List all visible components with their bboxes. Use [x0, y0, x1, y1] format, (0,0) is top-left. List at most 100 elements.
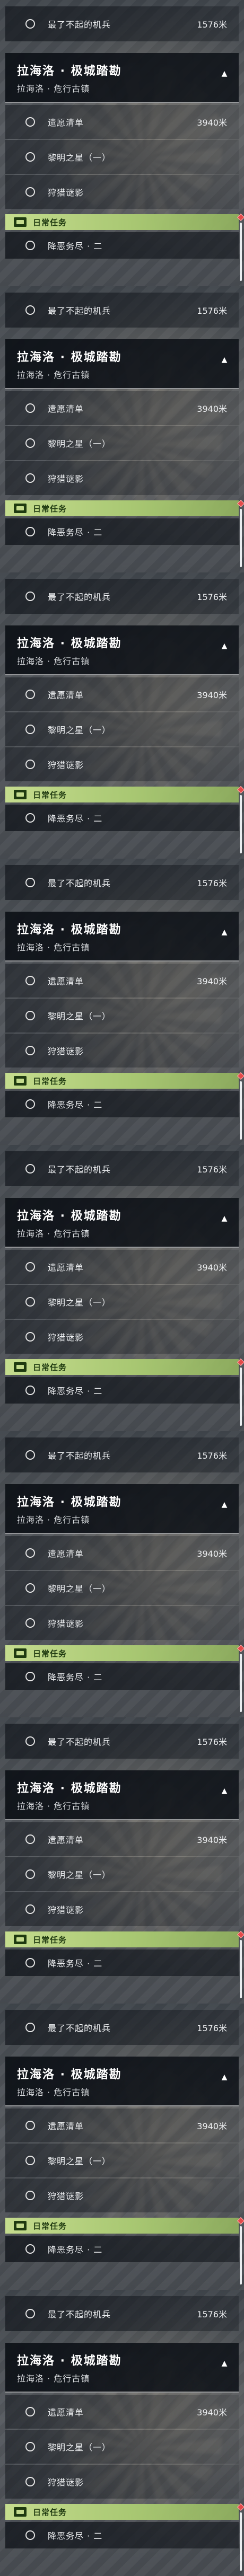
chevron-up-icon[interactable]: ▲	[219, 2358, 230, 2369]
daily-quest-bar[interactable]: 日常任务	[5, 1073, 239, 1089]
main-quest-header[interactable]: 拉海洛 · 极城踏勘 拉海洛 · 危行古镇 ▲	[5, 1770, 239, 1820]
chevron-up-icon[interactable]: ▲	[219, 1785, 230, 1797]
task-row[interactable]: 黎明之星（一）	[5, 712, 239, 746]
daily-quest-bar[interactable]: 日常任务	[5, 2504, 239, 2520]
daily-task-row[interactable]: 降恶务尽 · 二	[5, 1949, 239, 1976]
daily-task-row[interactable]: 降恶务尽 · 二	[5, 1377, 239, 1404]
task-row[interactable]: 遗愿清单 3940米	[5, 964, 239, 998]
task-row[interactable]: 黎明之星（一）	[5, 140, 239, 174]
task-row[interactable]: 狩猎谜影	[5, 1892, 239, 1926]
scrollbar-thumb[interactable]	[240, 2226, 242, 2284]
daily-task-label: 降恶务尽 · 二	[48, 527, 103, 537]
pinned-task-row[interactable]: 最了不起的机兵 1576米	[5, 1151, 239, 1186]
scrollbar-thumb[interactable]	[240, 1940, 242, 1998]
chevron-up-icon[interactable]: ▲	[219, 640, 230, 652]
circle-outline-icon	[25, 1450, 35, 1460]
task-row[interactable]: 狩猎谜影	[5, 2178, 239, 2212]
chevron-up-icon[interactable]: ▲	[219, 927, 230, 938]
scrollbar[interactable]	[240, 1368, 242, 1426]
pinned-task-row[interactable]: 最了不起的机兵 1576米	[5, 865, 239, 900]
chevron-up-icon[interactable]: ▲	[219, 1499, 230, 1511]
main-quest-header[interactable]: 拉海洛 · 极城踏勘 拉海洛 · 危行古镇 ▲	[5, 2057, 239, 2106]
task-row[interactable]: 狩猎谜影	[5, 175, 239, 209]
pinned-task-row[interactable]: 最了不起的机兵 1576米	[5, 6, 239, 41]
task-row[interactable]: 遗愿清单 3940米	[5, 1250, 239, 1284]
chevron-up-icon[interactable]: ▲	[219, 68, 230, 80]
daily-task-row[interactable]: 降恶务尽 · 二	[5, 1663, 239, 1690]
pinned-task-row[interactable]: 最了不起的机兵 1576米	[5, 1724, 239, 1759]
task-row[interactable]: 遗愿清单 3940米	[5, 1822, 239, 1856]
daily-quest-bar[interactable]: 日常任务	[5, 787, 239, 802]
scrollbar-thumb[interactable]	[240, 1081, 242, 1140]
task-row[interactable]: 黎明之星（一）	[5, 999, 239, 1033]
pinned-task-row[interactable]: 最了不起的机兵 1576米	[5, 579, 239, 614]
scrollbar-thumb[interactable]	[240, 1654, 242, 1712]
chevron-up-icon[interactable]: ▲	[219, 1213, 230, 1224]
pinned-task-row[interactable]: 最了不起的机兵 1576米	[5, 2296, 239, 2331]
task-row[interactable]: 遗愿清单 3940米	[5, 105, 239, 139]
task-distance: 3940米	[197, 2121, 227, 2131]
scrollbar-thumb[interactable]	[240, 509, 242, 567]
daily-task-row[interactable]: 降恶务尽 · 二	[5, 1091, 239, 1117]
task-row[interactable]: 遗愿清单 3940米	[5, 1536, 239, 1570]
scrollbar[interactable]	[240, 509, 242, 567]
task-row[interactable]: 黎明之星（一）	[5, 2143, 239, 2177]
scrollbar[interactable]	[240, 1654, 242, 1712]
daily-task-row[interactable]: 降恶务尽 · 二	[5, 232, 239, 259]
main-quest-header[interactable]: 拉海洛 · 极城踏勘 拉海洛 · 危行古镇 ▲	[5, 912, 239, 961]
main-quest-header[interactable]: 拉海洛 · 极城踏勘 拉海洛 · 危行古镇 ▲	[5, 339, 239, 389]
chevron-up-icon[interactable]: ▲	[219, 354, 230, 366]
main-quest-header[interactable]: 拉海洛 · 极城踏勘 拉海洛 · 危行古镇 ▲	[5, 1198, 239, 1248]
task-row[interactable]: 狩猎谜影	[5, 1034, 239, 1068]
scrollbar-thumb[interactable]	[240, 2512, 242, 2571]
task-row[interactable]: 遗愿清单 3940米	[5, 677, 239, 711]
pinned-task-row[interactable]: 最了不起的机兵 1576米	[5, 1437, 239, 1472]
main-quest-header[interactable]: 拉海洛 · 极城踏勘 拉海洛 · 危行古镇 ▲	[5, 53, 239, 103]
task-row[interactable]: 遗愿清单 3940米	[5, 2395, 239, 2429]
main-quest-header[interactable]: 拉海洛 · 极城踏勘 拉海洛 · 危行古镇 ▲	[5, 625, 239, 675]
task-row[interactable]: 狩猎谜影	[5, 2465, 239, 2499]
red-diamond-icon	[238, 2218, 244, 2224]
scrollbar-thumb[interactable]	[240, 223, 242, 281]
daily-task-row[interactable]: 降恶务尽 · 二	[5, 2236, 239, 2262]
task-row[interactable]: 黎明之星（一）	[5, 426, 239, 460]
daily-quest-bar[interactable]: 日常任务	[5, 1359, 239, 1375]
task-row[interactable]: 狩猎谜影	[5, 461, 239, 495]
scrollbar-thumb[interactable]	[240, 1368, 242, 1426]
circle-outline-icon	[25, 19, 35, 29]
task-row[interactable]: 黎明之星（一）	[5, 1857, 239, 1891]
pinned-task-label: 最了不起的机兵	[48, 2309, 111, 2319]
main-quest-header[interactable]: 拉海洛 · 极城踏勘 拉海洛 · 危行古镇 ▲	[5, 2343, 239, 2393]
daily-task-row[interactable]: 降恶务尽 · 二	[5, 2522, 239, 2548]
task-row[interactable]: 遗愿清单 3940米	[5, 391, 239, 425]
scrollbar[interactable]	[240, 1081, 242, 1140]
pinned-task-row[interactable]: 最了不起的机兵 1576米	[5, 2010, 239, 2045]
task-row[interactable]: 黎明之星（一）	[5, 2430, 239, 2464]
daily-task-label: 降恶务尽 · 二	[48, 1386, 103, 1396]
task-row[interactable]: 狩猎谜影	[5, 747, 239, 781]
scrollbar-thumb[interactable]	[240, 795, 242, 853]
task-row[interactable]: 狩猎谜影	[5, 1606, 239, 1640]
daily-task-row[interactable]: 降恶务尽 · 二	[5, 805, 239, 831]
scrollbar[interactable]	[240, 223, 242, 281]
daily-quest-bar[interactable]: 日常任务	[5, 1645, 239, 1661]
main-quest-header[interactable]: 拉海洛 · 极城踏勘 拉海洛 · 危行古镇 ▲	[5, 1484, 239, 1534]
daily-quest-bar[interactable]: 日常任务	[5, 1931, 239, 1947]
daily-quest-bar[interactable]: 日常任务	[5, 500, 239, 516]
daily-quest-bar[interactable]: 日常任务	[5, 214, 239, 230]
chevron-up-icon[interactable]: ▲	[219, 2071, 230, 2083]
quest-title: 拉海洛 · 极城踏勘	[17, 1496, 122, 1509]
scrollbar[interactable]	[240, 2512, 242, 2571]
pinned-task-row[interactable]: 最了不起的机兵 1576米	[5, 293, 239, 328]
task-row[interactable]: 黎明之星（一）	[5, 1571, 239, 1605]
daily-quest-label: 日常任务	[33, 2507, 67, 2517]
daily-task-row[interactable]: 降恶务尽 · 二	[5, 518, 239, 545]
scrollbar[interactable]	[240, 2226, 242, 2284]
scrollbar[interactable]	[240, 795, 242, 853]
scrollbar[interactable]	[240, 1940, 242, 1998]
task-row[interactable]: 遗愿清单 3940米	[5, 2109, 239, 2142]
task-row[interactable]: 狩猎谜影	[5, 1320, 239, 1354]
daily-quest-bar[interactable]: 日常任务	[5, 2218, 239, 2234]
daily-task-label: 降恶务尽 · 二	[48, 2531, 103, 2541]
task-row[interactable]: 黎明之星（一）	[5, 1285, 239, 1319]
